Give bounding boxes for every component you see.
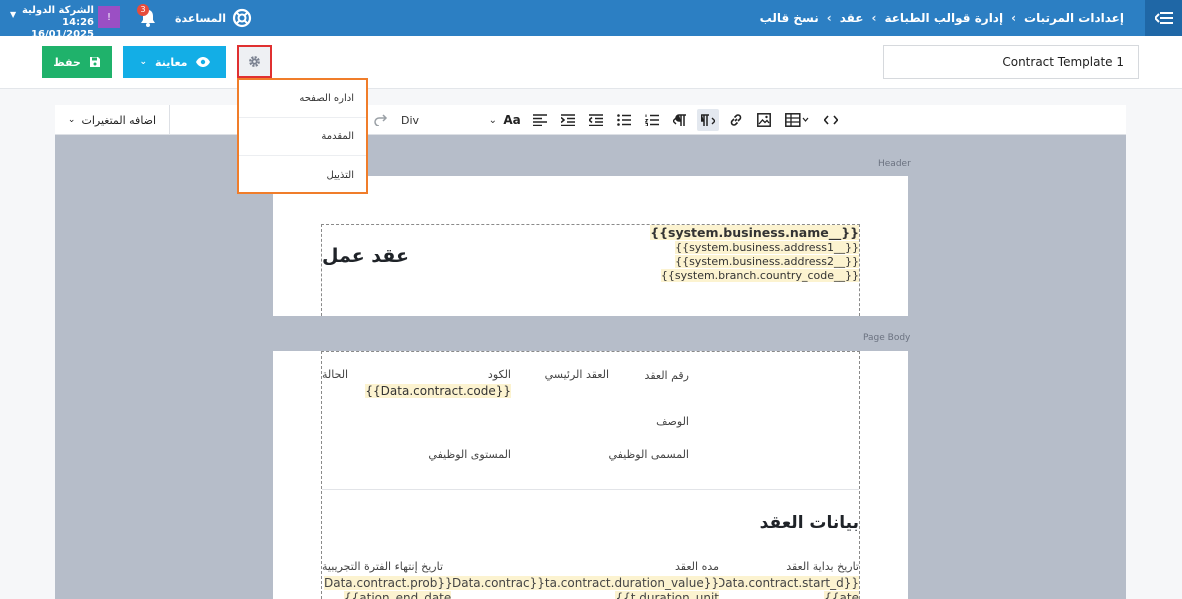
save-label: حفظ <box>53 55 81 69</box>
link-icon[interactable] <box>728 112 744 128</box>
page-settings-menu: اداره الصفحه المقدمة التذييل <box>237 78 368 194</box>
notifications-button[interactable]: 3 <box>137 4 158 28</box>
menu-item-footer[interactable]: التذييل <box>239 156 366 194</box>
notification-count-badge: 3 <box>137 4 149 16</box>
breadcrumb-item-copy-template: نسخ قالب <box>759 11 819 25</box>
editor-toolbar: ⌄ اضافه المتغيرات Div ⌄ Aa <box>55 105 1126 135</box>
breadcrumb: إعدادات المرتبات ‹ إدارة قوالب الطباعة ‹… <box>760 0 1124 36</box>
ltr-paragraph-icon[interactable] <box>672 112 688 128</box>
duration-label: مده العقد <box>675 560 719 573</box>
image-icon[interactable] <box>756 112 772 128</box>
header-content-block[interactable]: عقد عمل {{system.business.name__}} {{sys… <box>321 224 860 316</box>
chevron-down-icon[interactable]: ⌄ <box>140 57 148 67</box>
chevron-down-icon: ⌄ <box>488 114 497 126</box>
caret-down-icon: ▼ <box>10 10 17 19</box>
menu-collapse-icon <box>1154 12 1173 24</box>
template-title-input[interactable]: Contract Template 1 <box>883 45 1139 79</box>
body-content-block[interactable]: رقم العقد العقد الرئيسي الكود الحالة {{D… <box>321 351 860 599</box>
parent-contract-label: العقد الرئيسي <box>544 368 609 381</box>
page-settings-button[interactable] <box>237 45 272 78</box>
document-title: عقد عمل <box>322 245 409 267</box>
status-label: الحالة <box>322 368 349 381</box>
business-address2-variable: {{system.business.address2__}} <box>675 255 859 268</box>
chevron-down-icon: ⌄ <box>67 115 76 125</box>
font-size-icon[interactable]: Aa <box>503 112 520 128</box>
breadcrumb-item-payroll-settings[interactable]: إعدادات المرتبات <box>1024 11 1124 25</box>
breadcrumb-item-contract[interactable]: عقد <box>840 11 864 25</box>
block-format-value: Div <box>401 113 420 127</box>
start-date-label: تاريخ بداية العقد <box>786 560 859 573</box>
chevron-left-icon: ‹ <box>826 11 832 25</box>
table-icon[interactable] <box>784 112 810 128</box>
preview-button[interactable]: ⌄ معاينة <box>123 46 226 78</box>
code-label: الكود <box>487 368 511 381</box>
start-date-variable-continued: {{ate <box>824 591 859 599</box>
probation-end-label: تاريخ إنتهاء الفترة التجريبية <box>322 560 444 573</box>
preview-label: معاينة <box>155 55 188 69</box>
floppy-disk-icon <box>89 57 100 67</box>
business-info-block: {{system.business.name__}} {{system.busi… <box>650 225 859 283</box>
bulleted-list-icon[interactable] <box>616 112 632 128</box>
company-name: الشركة الدولية <box>21 5 94 16</box>
outdent-icon[interactable] <box>588 112 604 128</box>
probation-end-variable: Data.contract.prob}} <box>324 576 453 590</box>
country-code-variable: {{system.branch.country_code__}} <box>660 269 859 282</box>
menu-item-page-management[interactable]: اداره الصفحه <box>239 80 366 118</box>
breadcrumb-item-print-templates[interactable]: إدارة قوالب الطباعة <box>884 11 1003 25</box>
duration-unit-variable: {{t.duration_unit <box>615 591 719 599</box>
section-divider <box>322 489 859 490</box>
job-level-label: المستوى الوظيفي <box>428 448 511 461</box>
body-section-label: Page Body <box>863 333 911 343</box>
duration-extra-variable: Data.contrac}} <box>452 576 545 590</box>
business-name-variable: {{system.business.name__}} <box>650 225 859 240</box>
probation-end-variable-continued: {{ation_end_date <box>344 591 452 599</box>
align-left-icon[interactable] <box>532 112 548 128</box>
help-label: المساعدة <box>175 11 226 25</box>
contract-data-heading: بيانات العقد <box>759 513 859 533</box>
block-format-select[interactable]: Div ⌄ <box>401 105 497 135</box>
header-page[interactable]: عقد عمل {{system.business.name__}} {{sys… <box>273 176 908 316</box>
chevron-left-icon: ‹ <box>1011 11 1017 25</box>
job-title-label: المسمى الوظيفي <box>608 448 689 461</box>
eye-icon <box>195 57 210 67</box>
add-variables-dropdown[interactable]: ⌄ اضافه المتغيرات <box>55 105 170 135</box>
add-variables-label: اضافه المتغيرات <box>81 113 157 127</box>
lifebuoy-icon <box>232 8 252 28</box>
indent-icon[interactable] <box>560 112 576 128</box>
gear-icon <box>249 56 260 67</box>
code-variable: {{Data.contract.code}} <box>365 384 511 398</box>
business-address1-variable: {{system.business.address1__}} <box>675 241 859 254</box>
chevron-left-icon: ‹ <box>871 11 877 25</box>
description-label: الوصف <box>656 415 689 428</box>
menu-toggle-button[interactable] <box>1145 0 1182 36</box>
body-page[interactable]: رقم العقد العقد الرئيسي الكود الحالة {{D… <box>273 351 908 599</box>
rtl-paragraph-icon[interactable] <box>697 109 719 131</box>
redo-icon[interactable] <box>373 112 389 128</box>
avatar[interactable]: ! <box>98 6 120 28</box>
header-section-label: Header <box>878 159 911 169</box>
top-navigation-bar: إعدادات المرتبات ‹ إدارة قوالب الطباعة ‹… <box>0 0 1182 40</box>
start-date-variable: Data.contract.start_d}} <box>716 576 859 590</box>
save-button[interactable]: حفظ <box>42 46 112 78</box>
contract-number-label: رقم العقد <box>644 369 689 382</box>
source-code-icon[interactable] <box>823 112 839 128</box>
menu-item-header[interactable]: المقدمة <box>239 118 366 156</box>
numbered-list-icon[interactable] <box>644 112 660 128</box>
help-link[interactable]: المساعدة <box>175 0 252 36</box>
